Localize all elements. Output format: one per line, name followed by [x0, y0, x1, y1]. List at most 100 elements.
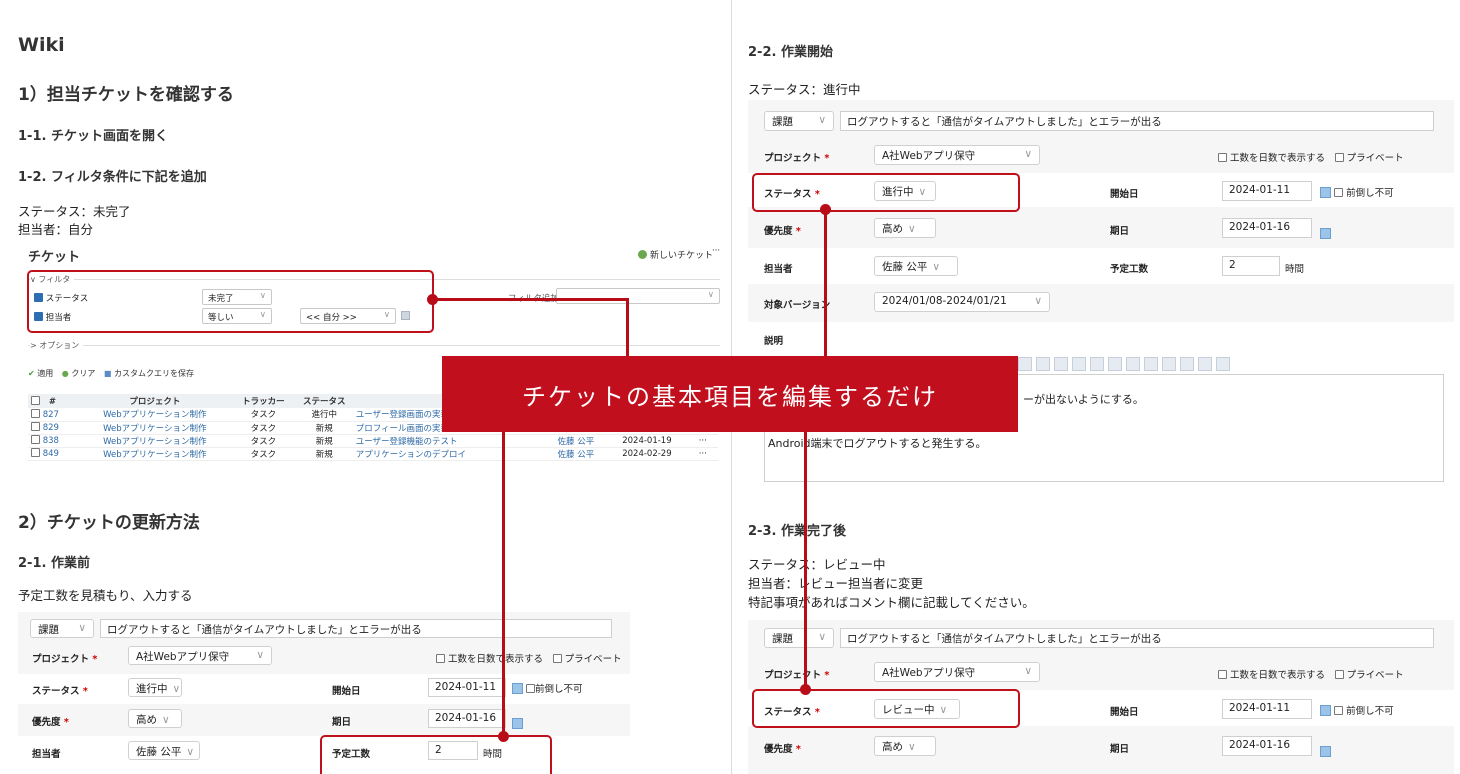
calendar-icon[interactable] — [1320, 187, 1331, 198]
col-status[interactable]: ステータス — [295, 394, 353, 408]
ticket-id[interactable]: 827 — [43, 410, 59, 420]
days-option[interactable]: 工数を日数で表示する プライベート — [1218, 150, 1404, 164]
project-select[interactable]: A社Webアプリ保守 ∨ — [128, 646, 272, 665]
priority-select[interactable]: 高め ∨ — [874, 736, 936, 756]
ticket-assignee[interactable]: 佐藤 公平 — [545, 447, 607, 461]
connector-knob — [498, 731, 509, 742]
link-icon[interactable] — [1180, 357, 1194, 371]
checkbox-icon[interactable] — [1334, 188, 1344, 197]
priority-select[interactable]: 高め ∨ — [128, 709, 182, 728]
ticket-project[interactable]: Webアプリケーション制作 — [78, 421, 231, 435]
checkbox-icon[interactable] — [1334, 153, 1344, 162]
project-select[interactable]: A社Webアプリ保守 ∨ — [874, 662, 1040, 682]
description-line-1: ーが出ないようにする。 — [1023, 393, 1144, 406]
image-icon[interactable] — [1198, 357, 1212, 371]
calendar-icon[interactable] — [512, 712, 523, 731]
heading3-icon[interactable] — [1036, 357, 1050, 371]
list-icon[interactable] — [1054, 357, 1068, 371]
row-more-icon[interactable]: ··· — [687, 434, 718, 448]
start-date-input[interactable]: 2024-01-11 — [1222, 181, 1312, 201]
due-date-input[interactable]: 2024-01-16 — [1222, 218, 1312, 238]
checkbox-icon[interactable] — [1218, 153, 1227, 162]
ticket-project[interactable]: Webアプリケーション制作 — [78, 434, 231, 448]
status-select[interactable]: 進行中 ∨ — [128, 678, 182, 697]
chevron-down-icon: ∨ — [172, 683, 181, 695]
calendar-icon[interactable] — [512, 683, 523, 694]
checkbox-icon[interactable] — [526, 684, 536, 693]
ticket-assignee[interactable]: 佐藤 公平 — [545, 434, 607, 448]
ordered-list-icon[interactable] — [1072, 357, 1086, 371]
ticket-project[interactable]: Webアプリケーション制作 — [78, 447, 231, 461]
table-icon[interactable] — [1126, 357, 1140, 371]
more-icon[interactable]: ··· — [712, 246, 720, 256]
add-filter-select[interactable]: ∨ — [556, 288, 720, 304]
days-option[interactable]: 工数を日数で表示する プライベート — [1218, 667, 1404, 681]
estimated-hours-input[interactable]: 2 — [1222, 256, 1280, 276]
checkbox-icon[interactable] — [552, 654, 562, 663]
version-select[interactable]: 2024/01/08-2024/01/21 ∨ — [874, 292, 1050, 312]
calendar-icon[interactable] — [1320, 222, 1331, 241]
tracker-select[interactable]: 課題 ∨ — [30, 619, 94, 638]
subject-input[interactable]: ログアウトすると「通信がタイムアウトしました」とエラーが出る — [840, 111, 1434, 131]
assignee-select[interactable]: 佐藤 公平 ∨ — [874, 256, 958, 276]
save-query-link[interactable]: カスタムクエリを保存 — [114, 369, 194, 378]
col-project[interactable]: プロジェクト — [78, 394, 231, 408]
project-label-text: プロジェクト — [764, 153, 822, 164]
help-icon[interactable] — [1216, 357, 1230, 371]
indent-icon[interactable] — [1090, 357, 1104, 371]
start-date-input[interactable]: 2024-01-11 — [428, 678, 506, 697]
ticket-list-title: チケット — [28, 250, 81, 265]
ticket-id[interactable]: 849 — [43, 449, 59, 459]
calendar-icon[interactable] — [1320, 740, 1331, 759]
checkbox-icon[interactable] — [1218, 670, 1227, 679]
due-date-input[interactable]: 2024-01-16 — [428, 709, 506, 728]
private-option-label: プライベート — [1346, 153, 1404, 164]
subject-input[interactable]: ログアウトすると「通信がタイムアウトしました」とエラーが出る — [100, 619, 612, 638]
calendar-icon[interactable] — [1320, 705, 1331, 716]
status-value: 進行中 — [136, 683, 168, 695]
checkbox-icon[interactable] — [31, 448, 40, 457]
priority-select[interactable]: 高め ∨ — [874, 218, 936, 238]
ticket-id[interactable]: 829 — [43, 423, 59, 433]
apply-link[interactable]: 適用 — [37, 369, 53, 378]
project-select[interactable]: A社Webアプリ保守 ∨ — [874, 145, 1040, 165]
ticket-subject[interactable]: アプリケーションのデプロイ — [352, 447, 546, 461]
new-ticket-link[interactable]: 新しいチケット — [638, 248, 713, 261]
outdent-icon[interactable] — [1108, 357, 1122, 371]
connector-line — [824, 209, 827, 357]
subject-input[interactable]: ログアウトすると「通信がタイムアウトしました」とエラーが出る — [840, 628, 1434, 648]
col-tracker[interactable]: トラッカー — [230, 394, 296, 408]
no-earlier-option[interactable]: 前倒し不可 — [1320, 185, 1394, 199]
ticket-id[interactable]: 838 — [43, 436, 59, 446]
ticket-project[interactable]: Webアプリケーション制作 — [78, 408, 231, 422]
code-icon[interactable] — [1162, 357, 1176, 371]
ticket-subject[interactable]: ユーザー登録機能のテスト — [352, 434, 546, 448]
options-toggle[interactable]: > オプション — [30, 340, 84, 351]
checkbox-icon[interactable] — [31, 408, 40, 418]
no-earlier-option[interactable]: 前倒し不可 — [1320, 703, 1394, 717]
clear-link[interactable]: クリア — [71, 369, 95, 378]
heading-1-1: 1-1. チケット画面を開く — [18, 129, 168, 144]
days-option[interactable]: 工数を日数で表示する プライベート — [436, 651, 622, 665]
assignee-select[interactable]: 佐藤 公平 ∨ — [128, 741, 200, 760]
connector-knob — [820, 204, 831, 215]
tracker-select[interactable]: 課題 ∨ — [764, 628, 834, 648]
checkbox-icon[interactable] — [1334, 670, 1344, 679]
private-option-label: プライベート — [564, 654, 622, 665]
assignee-row-bg — [748, 248, 1454, 284]
table-row[interactable]: 838 Webアプリケーション制作 タスク 新規 ユーザー登録機能のテスト 佐藤… — [28, 434, 718, 448]
checkbox-icon[interactable] — [436, 654, 445, 663]
table-row[interactable]: 849 Webアプリケーション制作 タスク 新規 アプリケーションのデプロイ 佐… — [28, 447, 718, 461]
start-date-input[interactable]: 2024-01-11 — [1222, 699, 1312, 719]
checkbox-icon[interactable] — [31, 422, 40, 431]
tracker-select[interactable]: 課題 ∨ — [764, 111, 834, 131]
project-value: A社Webアプリ保守 — [882, 150, 976, 162]
no-earlier-option[interactable]: 前倒し不可 — [512, 681, 583, 695]
checkbox-icon[interactable] — [1334, 706, 1344, 715]
checkbox-icon[interactable] — [31, 435, 40, 444]
due-date-input[interactable]: 2024-01-16 — [1222, 736, 1312, 756]
heading-icon[interactable] — [1018, 357, 1032, 371]
pre-icon[interactable] — [1144, 357, 1158, 371]
checkbox-icon[interactable] — [31, 395, 40, 405]
row-more-icon[interactable]: ··· — [687, 447, 718, 461]
